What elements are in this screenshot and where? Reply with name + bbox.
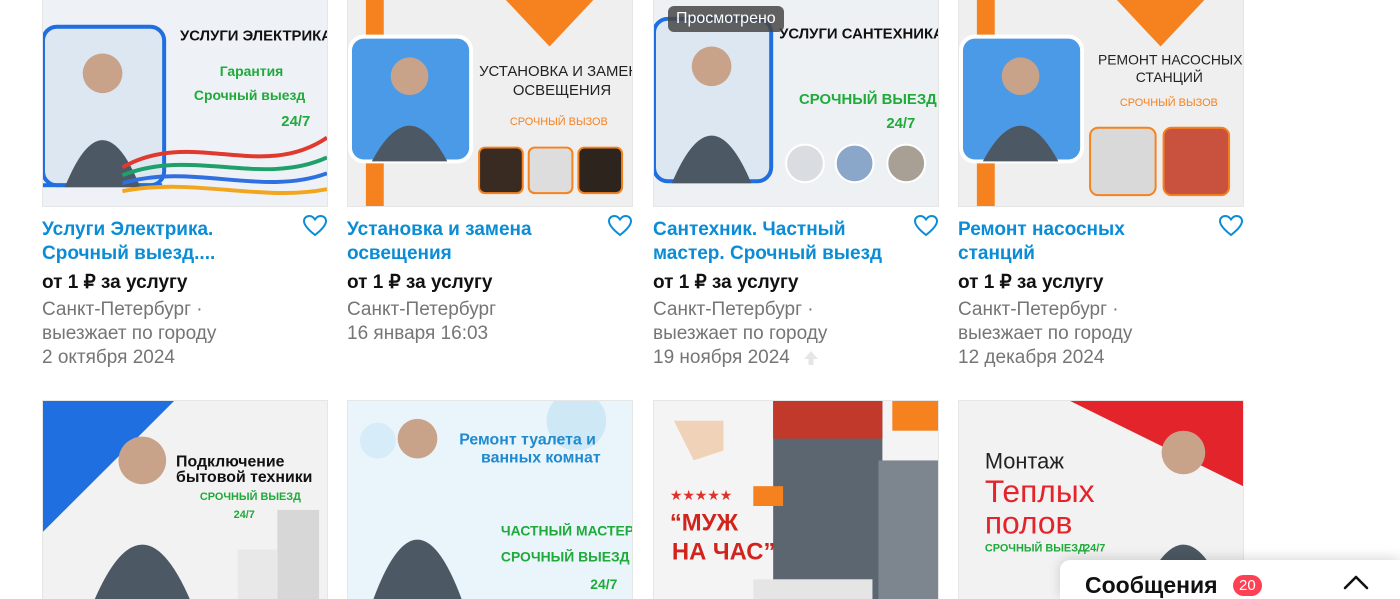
chevron-up-icon[interactable] [1343, 574, 1369, 590]
listing-price: от 1 ₽ за услугу [42, 272, 188, 293]
listing-photo[interactable]: УСЛУГИ ЭЛЕКТРИКА Гарантия Срочный выезд … [42, 0, 328, 207]
listing-location: Санкт-Петербург [347, 299, 497, 320]
listing-location: Санкт-Петербург · [958, 299, 1119, 320]
viewed-badge: Просмотрено [668, 6, 784, 32]
img-text: Срочный выезд [194, 87, 305, 103]
img-text: НА ЧАС” [672, 539, 776, 566]
listing-photo[interactable]: ★★★★★ “МУЖ НА ЧАС” [653, 400, 939, 599]
listing-date-row: 19 ноября 2024 [653, 346, 939, 370]
img-text: Теплых [985, 473, 1095, 509]
listing-photo[interactable]: РЕМОНТ НАСОСНЫХ СТАНЦИЙ СРОЧНЫЙ ВЫЗОВ [958, 0, 1244, 207]
listing-photo-image: РЕМОНТ НАСОСНЫХ СТАНЦИЙ СРОЧНЫЙ ВЫЗОВ [959, 0, 1243, 206]
img-text: Подключение [176, 453, 285, 470]
img-text: СРОЧНЫЙ ВЫЗОВ [1120, 96, 1218, 109]
img-text: УСЛУГИ САНТЕХНИКА [779, 27, 938, 43]
messages-panel[interactable]: Сообщения 20 [1060, 560, 1400, 599]
heart-icon[interactable] [302, 214, 328, 238]
img-text: УСЛУГИ ЭЛЕКТРИКА [180, 29, 327, 45]
listing-location-note: выезжает по городу [653, 323, 828, 344]
img-text: УСТАНОВКА И ЗАМЕНА [479, 64, 632, 80]
heart-icon[interactable] [1218, 214, 1244, 238]
listing-title[interactable]: Установка и замена освещения [347, 218, 591, 266]
listing-title[interactable]: Услуги Электрика. Срочный выезд.... [42, 218, 286, 266]
listing-photo-image: Подключение бытовой техники СРОЧНЫЙ ВЫЕЗ… [43, 401, 327, 599]
img-text: 24/7 [281, 114, 310, 130]
img-text: СРОЧНЫЙ ВЫЕЗД [799, 90, 937, 108]
heart-icon[interactable] [913, 214, 939, 238]
listing-photo[interactable]: УСТАНОВКА И ЗАМЕНА ОСВЕЩЕНИЯ СРОЧНЫЙ ВЫЗ… [347, 0, 633, 207]
img-text: СРОЧНЫЙ ВЫЕЗД [501, 547, 630, 564]
img-text: СРОЧНЫЙ ВЫЕЗД [985, 542, 1086, 555]
img-text: 24/7 [590, 576, 617, 592]
listing-price: от 1 ₽ за услугу [653, 272, 799, 293]
listing-location-note: выезжает по городу [42, 323, 217, 344]
listing-location: Санкт-Петербург · [653, 299, 814, 320]
img-text: “МУЖ [670, 510, 739, 537]
messages-count-badge: 20 [1233, 575, 1262, 596]
listing-date: 12 декабря 2024 [958, 347, 1105, 368]
img-text: Ремонт туалета и [459, 432, 596, 449]
listing-photo-image: УСЛУГИ ЭЛЕКТРИКА Гарантия Срочный выезд … [43, 0, 327, 206]
img-text: 24/7 [886, 116, 915, 132]
img-text: СРОЧНЫЙ ВЫЗОВ [510, 115, 608, 128]
listing-photo-image: УСТАНОВКА И ЗАМЕНА ОСВЕЩЕНИЯ СРОЧНЫЙ ВЫЗ… [348, 0, 632, 206]
img-text: ванных комнат [481, 449, 601, 466]
listing-photo[interactable]: УСЛУГИ САНТЕХНИКА СРОЧНЫЙ ВЫЕЗД 24/7 Про… [653, 0, 939, 207]
listing-date: 16 января 16:03 [347, 323, 489, 344]
img-text: 24/7 [234, 509, 255, 521]
messages-label[interactable]: Сообщения [1085, 572, 1218, 599]
img-text: 24/7 [1084, 543, 1105, 555]
img-text: РЕМОНТ НАСОСНЫХ [1098, 51, 1242, 67]
listing-photo-image: ★★★★★ “МУЖ НА ЧАС” [654, 401, 938, 599]
listing-date: 19 ноября 2024 [653, 347, 790, 368]
img-text: бытовой техники [176, 469, 312, 486]
listing-photo-image: Ремонт туалета и ванных комнат ЧАСТНЫЙ М… [348, 401, 632, 599]
listing-date: 2 октября 2024 [42, 347, 175, 368]
img-text: ОСВЕЩЕНИЯ [513, 83, 611, 99]
arrow-up-icon [804, 350, 819, 365]
heart-icon[interactable] [607, 214, 633, 238]
img-text: СРОЧНЫЙ ВЫЕЗД [200, 490, 301, 503]
listing-title[interactable]: Ремонт насосных станций [958, 218, 1202, 266]
img-text: Монтаж [985, 448, 1065, 473]
listing-location: Санкт-Петербург · [42, 299, 203, 320]
listing-photo[interactable]: Ремонт туалета и ванных комнат ЧАСТНЫЙ М… [347, 400, 633, 599]
img-text: полов [985, 505, 1073, 541]
rating-stars: ★★★★★ [670, 487, 732, 503]
img-text: СТАНЦИЙ [1136, 68, 1203, 85]
listing-price: от 1 ₽ за услугу [958, 272, 1104, 293]
listing-photo[interactable]: Подключение бытовой техники СРОЧНЫЙ ВЫЕЗ… [42, 400, 328, 599]
img-text: Гарантия [220, 63, 283, 79]
img-text: ЧАСТНЫЙ МАСТЕР [501, 522, 632, 539]
listing-location-note: выезжает по городу [958, 323, 1133, 344]
listing-price: от 1 ₽ за услугу [347, 272, 493, 293]
listing-title[interactable]: Сантехник. Частный мастер. Срочный выезд [653, 218, 897, 266]
